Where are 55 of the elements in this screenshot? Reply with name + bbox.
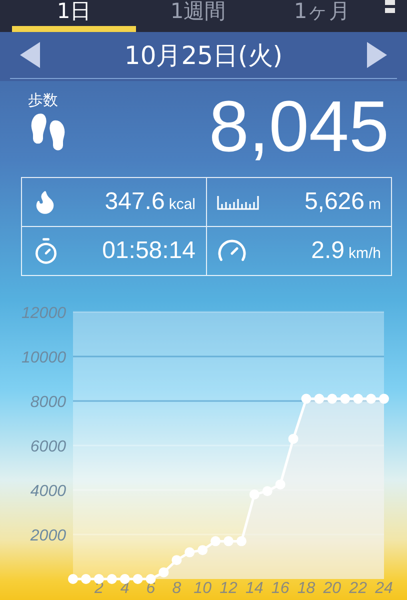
data-point bbox=[132, 574, 143, 584]
stat-value: 5,626 bbox=[304, 188, 364, 216]
data-point bbox=[158, 567, 169, 578]
x-axis-label: 16 bbox=[271, 580, 290, 596]
data-point bbox=[314, 394, 324, 404]
x-axis-label: 24 bbox=[375, 580, 393, 596]
data-point bbox=[340, 394, 350, 404]
stat-value: 2.9 bbox=[311, 237, 344, 265]
y-axis-label: 8000 bbox=[30, 394, 66, 411]
y-axis-label: 6000 bbox=[30, 438, 66, 456]
x-axis-label: 10 bbox=[194, 580, 212, 596]
date-title: 10月25日(火) bbox=[124, 40, 283, 72]
steps-count: 8,045 bbox=[208, 87, 389, 169]
x-axis-label: 18 bbox=[297, 580, 316, 596]
next-button[interactable] bbox=[366, 42, 387, 68]
stat-value: 01:58:14 bbox=[102, 237, 196, 265]
y-axis-label: 12000 bbox=[22, 305, 66, 322]
data-point bbox=[120, 574, 130, 584]
data-point bbox=[353, 394, 364, 404]
data-point bbox=[379, 394, 389, 404]
tab[interactable]: 1週間 bbox=[136, 0, 260, 32]
data-point bbox=[68, 574, 78, 584]
data-point bbox=[172, 555, 182, 566]
data-point bbox=[249, 489, 260, 500]
x-axis-label: 12 bbox=[220, 580, 238, 596]
data-point bbox=[366, 394, 376, 404]
data-point bbox=[224, 536, 234, 546]
data-point bbox=[106, 574, 117, 584]
y-axis-label: 4000 bbox=[30, 483, 66, 500]
ruler-icon bbox=[216, 194, 258, 210]
x-axis-label: 14 bbox=[246, 580, 264, 596]
previous-button[interactable] bbox=[20, 42, 40, 68]
more-icon[interactable] bbox=[385, 0, 395, 14]
tab[interactable]: 1ヶ月 bbox=[260, 0, 384, 32]
data-point bbox=[301, 394, 312, 404]
steps-label: 歩数 bbox=[28, 91, 58, 110]
data-point bbox=[288, 434, 298, 444]
data-point bbox=[210, 536, 221, 546]
y-axis-label: 10000 bbox=[22, 350, 66, 366]
data-point bbox=[198, 545, 208, 556]
x-axis-label: 22 bbox=[349, 580, 367, 596]
data-point bbox=[80, 574, 91, 584]
x-axis-label: 8 bbox=[172, 580, 182, 596]
data-point bbox=[275, 479, 286, 490]
x-axis-label: 20 bbox=[323, 580, 342, 596]
data-point bbox=[236, 536, 246, 546]
stat-value: 347.6 bbox=[104, 188, 165, 216]
data-point bbox=[146, 574, 156, 584]
data-point bbox=[184, 547, 195, 558]
data-point bbox=[327, 394, 338, 404]
stat-unit: kcal bbox=[168, 196, 196, 213]
y-axis-label: 2000 bbox=[30, 528, 66, 544]
stat-unit: km/h bbox=[348, 245, 381, 262]
stat-unit: m bbox=[368, 196, 381, 213]
data-point bbox=[94, 574, 104, 584]
